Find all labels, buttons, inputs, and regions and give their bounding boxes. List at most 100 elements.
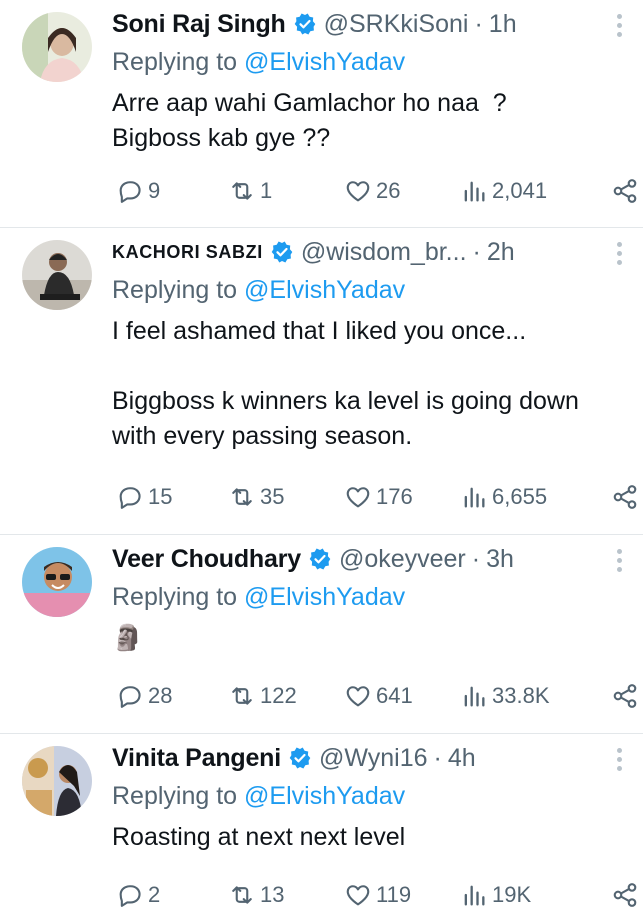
views-button[interactable]: 2,041 xyxy=(460,177,547,205)
action-bar: 2 13 119 19K xyxy=(0,878,643,912)
replying-to: Replying to @ElvishYadav xyxy=(112,782,623,814)
separator-dot: · xyxy=(472,237,481,266)
reply-feed: Soni Raj Singh @SRKkiSoni · 1h Replying … xyxy=(0,0,643,918)
replying-to-label: Replying to xyxy=(112,782,238,810)
user-handle[interactable]: @SRKkiSoni xyxy=(324,10,469,39)
separator-dot: · xyxy=(433,743,442,772)
retweet-button[interactable]: 35 xyxy=(228,483,284,511)
user-handle[interactable]: @Wyni16 xyxy=(319,744,428,773)
avatar[interactable] xyxy=(22,12,92,82)
tweet-text: I feel ashamed that I liked you once... … xyxy=(112,317,579,450)
replying-to-label: Replying to xyxy=(112,276,238,304)
action-bar: 9 1 26 2,041 xyxy=(0,174,643,208)
separator-dot: · xyxy=(471,544,481,573)
like-button[interactable]: 119 xyxy=(344,881,411,909)
reply-icon xyxy=(119,686,141,708)
views-icon xyxy=(464,686,485,707)
separator-dot: · xyxy=(474,9,483,38)
retweet-icon xyxy=(232,886,252,904)
like-button[interactable]: 641 xyxy=(344,682,413,710)
reply-count: 28 xyxy=(148,683,173,708)
like-button[interactable]: 176 xyxy=(344,483,413,511)
share-button[interactable] xyxy=(611,483,639,511)
more-icon[interactable] xyxy=(615,549,623,575)
heart-icon xyxy=(346,885,370,906)
action-bar: 15 35 176 6,655 xyxy=(0,480,643,514)
retweet-icon xyxy=(232,687,252,705)
retweet-count: 122 xyxy=(260,683,297,708)
reply-tweet[interactable]: Soni Raj Singh @SRKkiSoni · 1h Replying … xyxy=(0,0,643,228)
display-name[interactable]: Soni Raj Singh xyxy=(112,10,286,39)
replying-to-label: Replying to xyxy=(112,583,238,611)
timestamp[interactable]: 1h xyxy=(489,10,517,39)
retweet-count: 35 xyxy=(260,484,285,509)
more-icon[interactable] xyxy=(615,748,623,774)
retweet-icon xyxy=(232,182,252,200)
views-button[interactable]: 19K xyxy=(460,881,531,909)
share-icon xyxy=(613,684,637,708)
share-button[interactable] xyxy=(611,881,639,909)
avatar[interactable] xyxy=(22,240,92,310)
verified-badge-icon xyxy=(294,13,315,35)
like-button[interactable]: 26 xyxy=(344,177,400,205)
reply-button[interactable]: 9 xyxy=(116,177,160,205)
views-icon xyxy=(464,181,485,202)
reply-count: 9 xyxy=(148,178,161,203)
views-icon xyxy=(464,487,485,508)
heart-icon xyxy=(346,487,370,508)
retweet-button[interactable]: 122 xyxy=(228,682,297,710)
user-handle[interactable]: @wisdom_br... xyxy=(301,238,467,267)
action-bar: 28 122 641 33.8K xyxy=(0,679,643,713)
reply-count: 2 xyxy=(148,882,161,907)
reply-icon xyxy=(119,181,141,203)
user-handle[interactable]: @okeyveer xyxy=(339,545,466,574)
timestamp[interactable]: 2h xyxy=(487,238,515,267)
retweet-button[interactable]: 1 xyxy=(228,177,272,205)
share-button[interactable] xyxy=(611,682,639,710)
views-icon xyxy=(464,885,485,906)
like-count: 641 xyxy=(376,683,413,708)
tweet-text: Arre aap wahi Gamlachor ho naa ? Bigboss… xyxy=(112,89,507,152)
tweet-text: 🗿 xyxy=(112,624,144,652)
avatar[interactable] xyxy=(22,547,92,617)
mention-link[interactable]: @ElvishYadav xyxy=(244,276,405,304)
more-icon[interactable] xyxy=(615,242,623,268)
views-count: 2,041 xyxy=(492,178,548,203)
more-icon[interactable] xyxy=(615,14,623,40)
timestamp[interactable]: 4h xyxy=(448,744,476,773)
verified-badge-icon xyxy=(309,548,331,570)
share-button[interactable] xyxy=(611,177,639,205)
views-count: 33.8K xyxy=(492,683,550,708)
views-count: 19K xyxy=(492,882,532,907)
tweet-text: Roasting at next next level xyxy=(112,823,406,851)
share-icon xyxy=(613,179,637,203)
mention-link[interactable]: @ElvishYadav xyxy=(244,782,405,810)
reply-icon xyxy=(119,885,141,907)
views-button[interactable]: 6,655 xyxy=(460,483,547,511)
mention-link[interactable]: @ElvishYadav xyxy=(244,583,405,611)
heart-icon xyxy=(346,181,370,202)
like-count: 26 xyxy=(376,178,401,203)
views-count: 6,655 xyxy=(492,484,548,509)
reply-tweet[interactable]: Veer Choudhary @okeyveer · 3h Replying t… xyxy=(0,535,643,734)
display-name[interactable]: KACHORI SABZI xyxy=(112,242,263,263)
replying-to-label: Replying to xyxy=(112,48,238,76)
timestamp[interactable]: 3h xyxy=(486,545,514,574)
reply-button[interactable]: 2 xyxy=(116,881,160,909)
reply-button[interactable]: 15 xyxy=(116,483,172,511)
reply-tweet[interactable]: Vinita Pangeni @Wyni16 · 4h Replying to … xyxy=(0,734,643,918)
mention-link[interactable]: @ElvishYadav xyxy=(244,48,405,76)
avatar[interactable] xyxy=(22,746,92,816)
views-button[interactable]: 33.8K xyxy=(460,682,550,710)
display-name[interactable]: Veer Choudhary xyxy=(112,545,301,574)
retweet-button[interactable]: 13 xyxy=(228,881,284,909)
replying-to: Replying to @ElvishYadav xyxy=(112,48,623,80)
like-count: 176 xyxy=(376,484,413,509)
display-name[interactable]: Vinita Pangeni xyxy=(112,744,281,773)
reply-button[interactable]: 28 xyxy=(116,682,172,710)
retweet-count: 13 xyxy=(260,882,285,907)
share-icon xyxy=(613,485,637,509)
heart-icon xyxy=(346,686,370,707)
retweet-icon xyxy=(232,488,252,506)
reply-tweet[interactable]: KACHORI SABZI @wisdom_br... · 2h Replyin… xyxy=(0,228,643,535)
